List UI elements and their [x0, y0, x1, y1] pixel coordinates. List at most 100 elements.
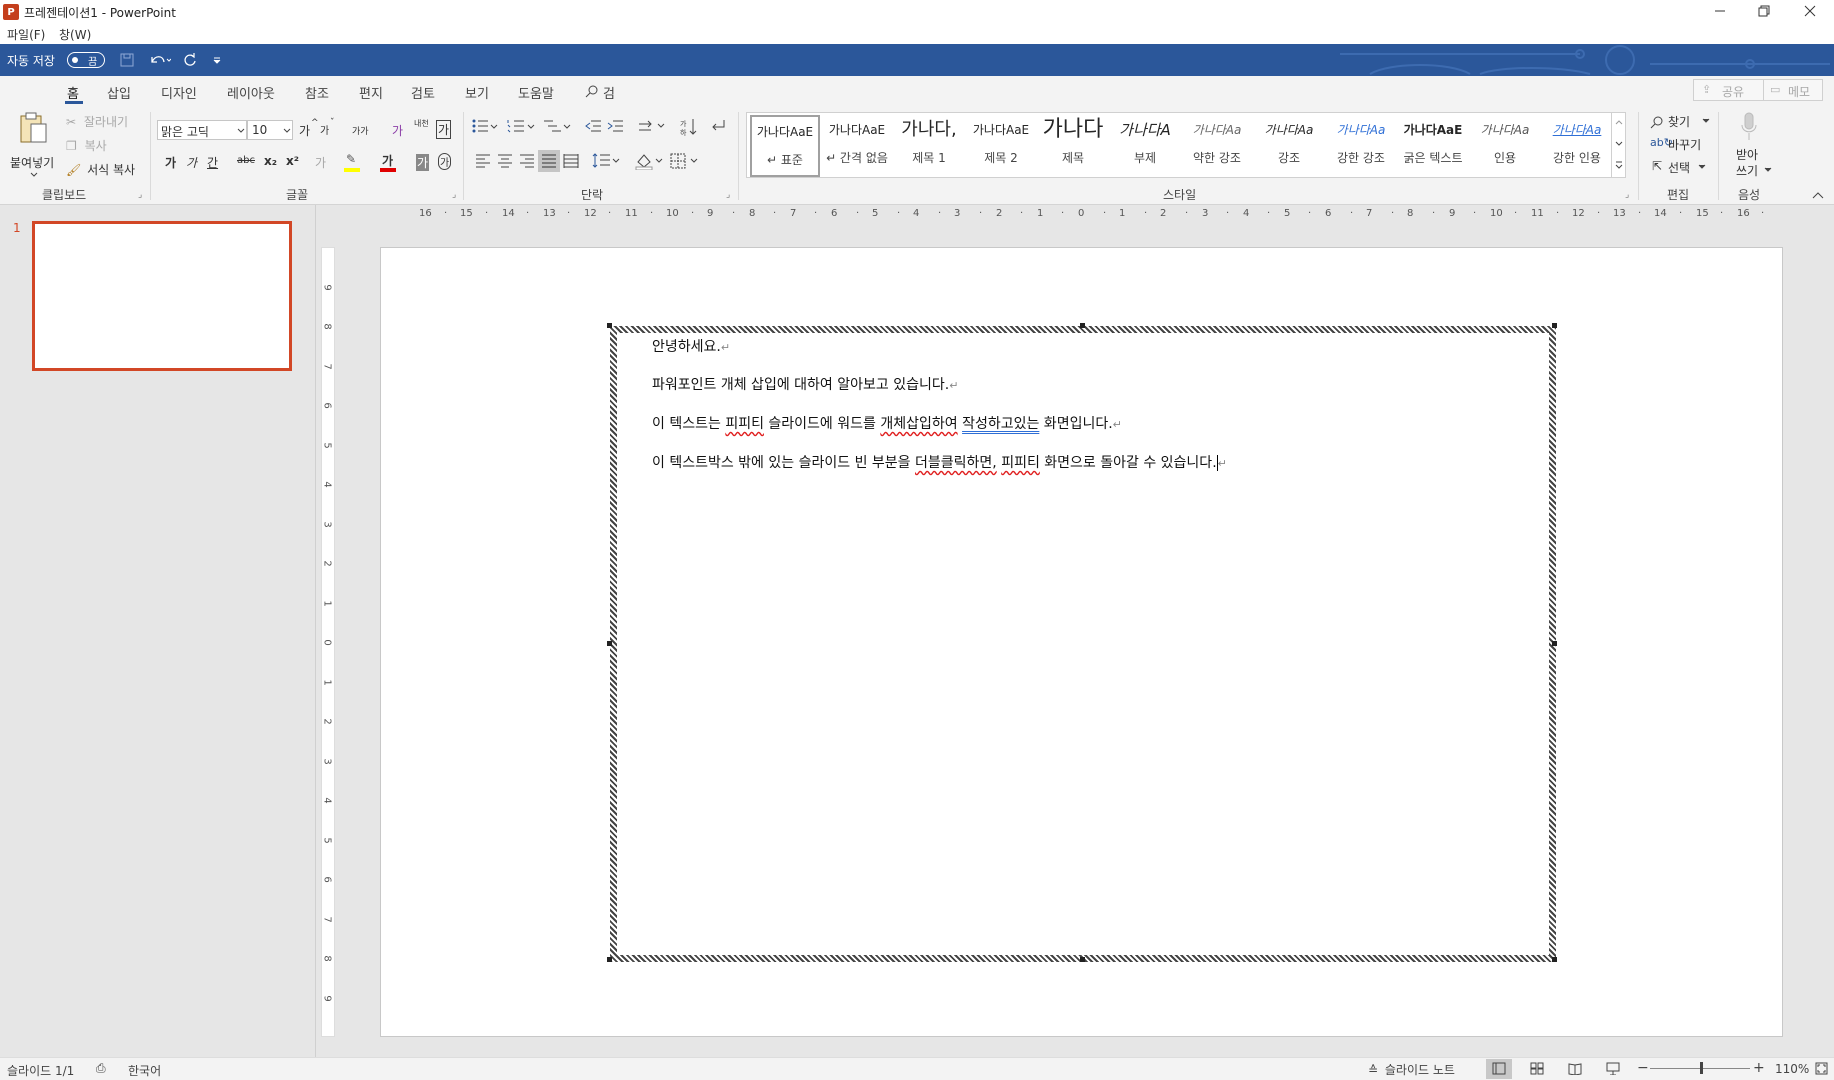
resize-handle[interactable]	[607, 957, 612, 962]
save-button[interactable]	[117, 50, 137, 70]
zoom-level[interactable]: 110%	[1775, 1062, 1809, 1076]
scroll-down-icon[interactable]	[1615, 141, 1623, 147]
tab-review[interactable]: 검토	[411, 83, 435, 102]
menu-file[interactable]: 파일(F)	[7, 26, 45, 43]
align-center-icon[interactable]	[497, 154, 513, 168]
gallery-more-icon[interactable]	[1615, 161, 1623, 169]
normal-view-button[interactable]	[1486, 1059, 1512, 1079]
superscript-button[interactable]: x²	[286, 154, 299, 168]
slide-sorter-icon[interactable]	[1530, 1062, 1544, 1075]
italic-button[interactable]: 가	[186, 154, 197, 171]
cut-button[interactable]: ✂ 잘라내기	[66, 113, 128, 131]
font-name-dropdown[interactable]: 맑은 고딕	[157, 120, 247, 140]
tab-layout[interactable]: 레이아웃	[227, 83, 275, 102]
paste-button[interactable]: 붙여넣기	[8, 112, 58, 182]
font-size-dropdown[interactable]: 10	[247, 120, 293, 140]
collapse-ribbon-icon[interactable]	[1812, 192, 1824, 200]
enclose-char-button[interactable]: 가	[438, 153, 452, 170]
style-subtle-emphasis[interactable]: 가나다Aa 약한 강조	[1182, 115, 1252, 177]
minimize-button[interactable]	[1704, 0, 1736, 22]
justify-button[interactable]	[538, 150, 560, 172]
menu-window[interactable]: 창(W)	[59, 26, 91, 43]
dictate-button[interactable]: 받아 쓰기	[1726, 112, 1772, 184]
style-normal[interactable]: 가나다AaE ↵ 표준	[750, 115, 820, 177]
strikethrough-button[interactable]: abc	[237, 155, 255, 166]
underline-button[interactable]: 간	[207, 154, 218, 171]
tab-references[interactable]: 참조	[305, 83, 329, 102]
comments-button[interactable]: ▭ 메모	[1763, 79, 1823, 101]
embedded-word-object[interactable]: 안녕하세요.↵ 파워포인트 개체 삽입에 대하여 알아보고 있습니다.↵ 이 텍…	[610, 326, 1556, 962]
style-quote[interactable]: 가나다Aa 인용	[1470, 115, 1540, 177]
resize-handle[interactable]	[1080, 957, 1085, 962]
close-button[interactable]	[1794, 0, 1826, 22]
numbering-icon[interactable]	[507, 119, 535, 133]
tab-mailings[interactable]: 편지	[359, 83, 383, 102]
style-strong[interactable]: 가나다AaE 굵은 텍스트	[1398, 115, 1468, 177]
reading-view-icon[interactable]	[1568, 1062, 1582, 1075]
resize-handle[interactable]	[1552, 323, 1557, 328]
zoom-slider[interactable]	[1650, 1062, 1750, 1074]
change-case-button[interactable]: 가가	[352, 124, 369, 137]
language-indicator[interactable]: 한국어	[128, 1062, 161, 1079]
pane-divider[interactable]	[315, 205, 316, 1057]
bold-button[interactable]: 가	[165, 154, 176, 171]
resize-handle[interactable]	[1080, 323, 1085, 328]
style-heading-2[interactable]: 가나다AaE 제목 2	[966, 115, 1036, 177]
restore-button[interactable]	[1748, 0, 1780, 22]
shrink-font-button[interactable]: 가	[320, 122, 329, 137]
slide-indicator[interactable]: 슬라이드 1/1	[7, 1062, 74, 1079]
tab-design[interactable]: 디자인	[161, 83, 197, 102]
style-intense-quote[interactable]: 가나다Aa 강한 인용	[1542, 115, 1612, 177]
customize-qat-button[interactable]	[210, 50, 224, 70]
shading-icon[interactable]	[635, 152, 665, 170]
dialog-launcher-icon[interactable]: ⌟	[726, 190, 730, 200]
decrease-indent-icon[interactable]	[585, 119, 601, 133]
multilevel-list-icon[interactable]	[543, 119, 571, 133]
resize-handle[interactable]	[1552, 957, 1557, 962]
fit-to-window-icon[interactable]	[1815, 1062, 1828, 1075]
tab-view[interactable]: 보기	[465, 83, 489, 102]
resize-handle[interactable]	[1552, 641, 1557, 646]
notes-button[interactable]: ≙ 슬라이드 노트	[1368, 1061, 1455, 1079]
dialog-launcher-icon[interactable]: ⌟	[1625, 190, 1629, 200]
font-color-button[interactable]: 가	[380, 152, 402, 174]
grow-font-button[interactable]: 가	[299, 122, 310, 139]
accessibility-icon[interactable]: ⎙	[96, 1061, 106, 1076]
show-marks-icon[interactable]	[710, 118, 726, 134]
share-button[interactable]: ⇪ 공유	[1693, 79, 1773, 101]
zoom-out-button[interactable]: −	[1637, 1060, 1649, 1076]
subscript-button[interactable]: x₂	[264, 154, 277, 168]
zoom-slider-thumb[interactable]	[1700, 1062, 1703, 1074]
zoom-in-button[interactable]: +	[1753, 1060, 1765, 1076]
dialog-launcher-icon[interactable]: ⌟	[138, 190, 142, 200]
autosave-toggle[interactable]: 끔	[67, 52, 105, 68]
scroll-up-icon[interactable]	[1615, 119, 1623, 125]
undo-button[interactable]	[146, 50, 174, 70]
clear-format-button[interactable]: 가	[392, 122, 403, 139]
bullets-icon[interactable]	[472, 119, 498, 133]
align-left-icon[interactable]	[475, 154, 491, 168]
phonetic-guide-button[interactable]: 내천	[414, 118, 429, 129]
redo-button[interactable]	[180, 50, 200, 70]
copy-button[interactable]: ❐ 복사	[66, 137, 107, 155]
tab-home[interactable]: 홈	[67, 83, 79, 102]
style-emphasis[interactable]: 가나다Aa 강조	[1254, 115, 1324, 177]
style-title[interactable]: 가나다 제목	[1038, 115, 1108, 177]
text-effects-button[interactable]: 가	[315, 154, 326, 171]
style-no-spacing[interactable]: 가나다AaE ↵ 간격 없음	[822, 115, 892, 177]
line-spacing-icon[interactable]	[592, 153, 620, 169]
char-border-button[interactable]: 가	[436, 120, 452, 139]
char-shading-button[interactable]: 가	[416, 154, 430, 171]
tab-help[interactable]: 도움말	[518, 83, 554, 102]
distributed-icon[interactable]	[563, 154, 579, 168]
tab-insert[interactable]: 삽입	[107, 83, 131, 102]
dialog-launcher-icon[interactable]: ⌟	[452, 190, 456, 200]
slideshow-icon[interactable]	[1606, 1062, 1620, 1075]
borders-icon[interactable]	[670, 152, 700, 170]
align-right-icon[interactable]	[519, 154, 535, 168]
resize-handle[interactable]	[607, 641, 612, 646]
format-painter-button[interactable]: 🖌 서식 복사	[66, 161, 135, 179]
resize-handle[interactable]	[607, 323, 612, 328]
sort-icon[interactable]: 가하	[680, 118, 698, 136]
style-heading-1[interactable]: 가나다, 제목 1	[894, 115, 964, 177]
